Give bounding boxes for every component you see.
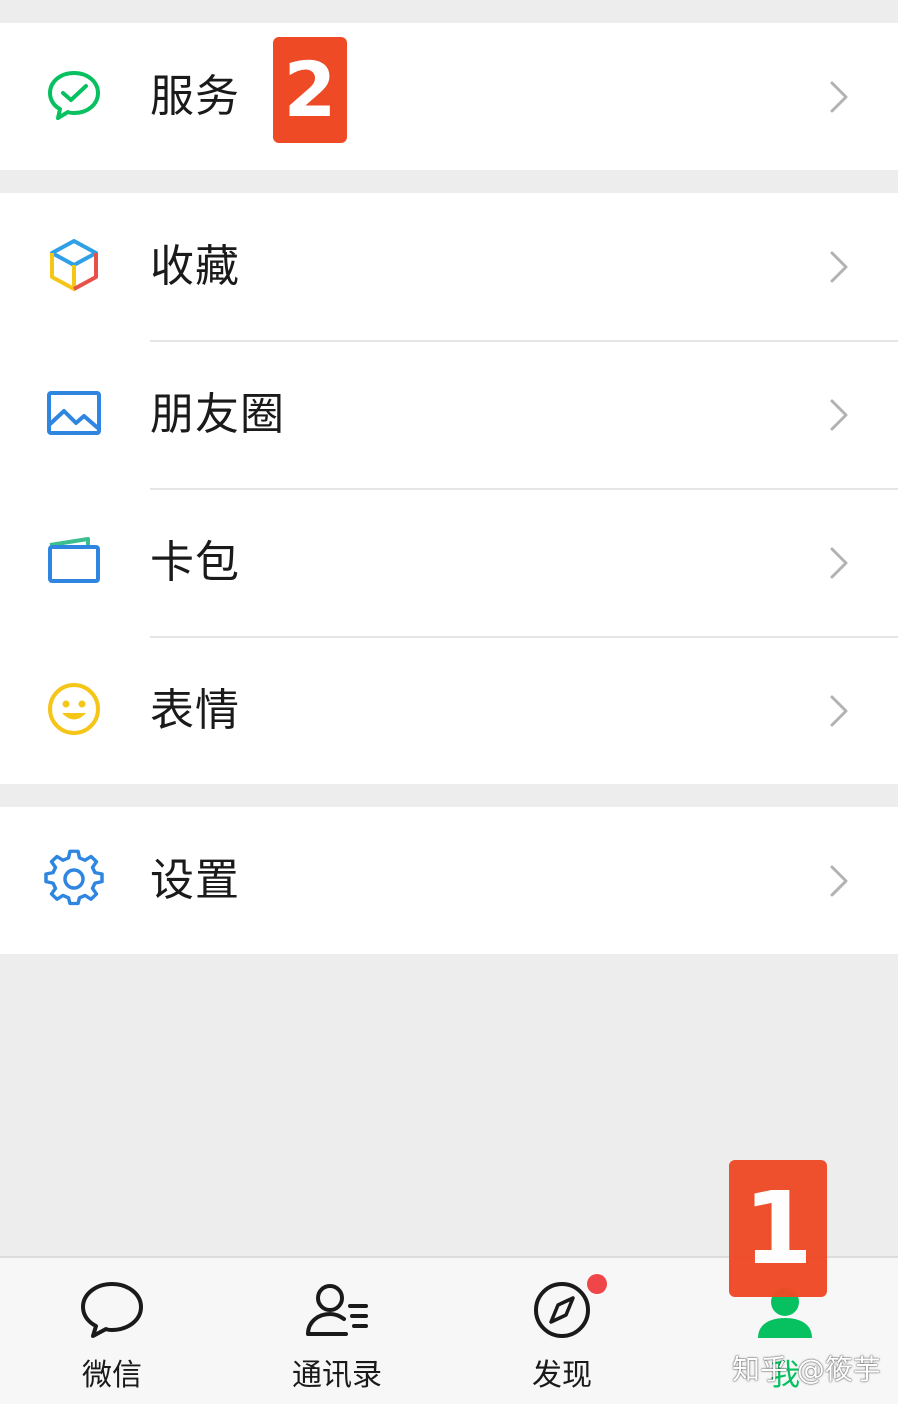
favorites-icon <box>44 235 104 295</box>
notification-dot <box>587 1274 607 1294</box>
card-wallet-icon <box>44 531 104 591</box>
chevron-right-icon <box>830 251 848 283</box>
chevron-right-icon <box>830 695 848 727</box>
chevron-right-icon <box>830 399 848 431</box>
step-badge-2: 2 <box>273 37 347 143</box>
tab-label: 微信 <box>82 1358 142 1393</box>
tab-label: 通讯录 <box>292 1358 382 1393</box>
step-badge-1: 1 <box>729 1160 827 1297</box>
chevron-right-icon <box>830 81 848 113</box>
menu-item-card-wallet[interactable]: 卡包 <box>0 489 898 636</box>
chat-icon <box>81 1282 143 1338</box>
tab-contacts[interactable]: 通讯录 <box>257 1258 417 1404</box>
menu-item-stickers[interactable]: 表情 <box>0 637 898 784</box>
moments-icon <box>44 383 104 443</box>
menu-item-label: 收藏 <box>150 241 240 292</box>
menu-item-settings[interactable]: 设置 <box>0 807 898 954</box>
chevron-right-icon <box>830 865 848 897</box>
contacts-icon <box>306 1284 368 1336</box>
tab-chats[interactable]: 微信 <box>32 1258 192 1404</box>
menu-item-label: 卡包 <box>150 537 240 588</box>
menu-item-label: 设置 <box>150 855 240 906</box>
stickers-icon <box>44 679 104 739</box>
menu-item-label: 朋友圈 <box>150 389 285 440</box>
top-strip <box>0 0 898 22</box>
settings-icon <box>44 849 104 909</box>
tab-discover[interactable]: 发现 <box>482 1258 642 1404</box>
discover-icon <box>534 1282 590 1338</box>
menu-item-label: 表情 <box>150 685 240 736</box>
chevron-right-icon <box>830 547 848 579</box>
menu-item-favorites[interactable]: 收藏 <box>0 193 898 340</box>
menu-item-moments[interactable]: 朋友圈 <box>0 341 898 488</box>
watermark-text: 知乎 @筱芋 <box>732 1353 881 1386</box>
menu-group-services: 服务 <box>0 23 898 170</box>
menu-item-services[interactable]: 服务 <box>0 23 898 170</box>
services-icon <box>44 65 104 125</box>
tab-label: 发现 <box>532 1358 592 1393</box>
menu-group-main: 收藏 朋友圈 卡包 表情 <box>0 193 898 784</box>
menu-item-label: 服务 <box>150 71 240 122</box>
menu-group-settings: 设置 <box>0 807 898 954</box>
